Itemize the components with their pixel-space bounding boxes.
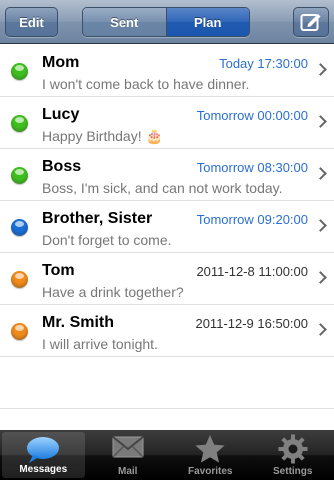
message-preview: Boss, I'm sick, and can not work today. [42,180,283,196]
chevron-right-icon [314,323,327,336]
chevron-right-icon [314,271,327,284]
scheduled-time: 2011-12-8 11:00:00 [196,264,308,279]
tab-bar: Messages Mail Favorites Settings [0,430,334,480]
sent-plan-segmented-control: Sent Plan [82,7,250,37]
empty-row [0,357,334,409]
tab-mail[interactable]: Mail [87,430,170,480]
gear-icon [278,434,308,464]
status-dot-icon [11,167,28,184]
message-row[interactable]: Tom 2011-12-8 11:00:00 Have a drink toge… [0,253,334,305]
message-row[interactable]: Lucy Tomorrow 00:00:00 Happy Birthday! 🎂 [0,97,334,149]
scheduled-time: Today 17:30:00 [219,56,308,71]
tab-settings[interactable]: Settings [252,430,334,480]
status-dot-icon [11,63,28,80]
scheduled-time: Tomorrow 09:20:00 [196,212,308,227]
edit-button[interactable]: Edit [5,7,58,37]
message-preview: I won't come back to have dinner. [42,76,250,92]
status-dot-icon [11,323,28,340]
segment-plan[interactable]: Plan [166,8,249,36]
chevron-right-icon [314,219,327,232]
chevron-right-icon [314,63,327,76]
message-preview: I will arrive tonight. [42,336,158,352]
navigation-bar: Edit Sent Plan [0,0,334,44]
contact-name: Brother, Sister [42,210,153,227]
chat-bubble-icon [27,437,60,463]
tab-label: Mail [118,466,138,477]
tab-label: Favorites [188,466,233,477]
star-icon [195,435,225,463]
tab-label: Messages [19,464,68,475]
scheduled-time: Tomorrow 00:00:00 [196,108,308,123]
tab-messages[interactable]: Messages [2,432,85,478]
message-row[interactable]: Boss Tomorrow 08:30:00 Boss, I'm sick, a… [0,149,334,201]
message-row[interactable]: Mr. Smith 2011-12-9 16:50:00 I will arri… [0,305,334,357]
tab-favorites[interactable]: Favorites [169,430,252,480]
envelope-icon [112,436,144,458]
message-preview: Have a drink together? [42,284,184,300]
contact-name: Boss [42,158,82,175]
message-preview: Don't forget to come. [42,232,172,248]
status-dot-icon [11,271,28,288]
contact-name: Lucy [42,106,80,123]
chevron-right-icon [314,115,327,128]
contact-name: Mom [42,54,80,71]
message-list: Mom Today 17:30:00 I won't come back to … [0,45,334,409]
scheduled-time: Tomorrow 08:30:00 [196,160,308,175]
compose-button[interactable] [293,7,329,37]
scheduled-time: 2011-12-9 16:50:00 [195,316,308,331]
contact-name: Tom [42,262,75,279]
status-dot-icon [11,115,28,132]
message-preview: Happy Birthday! 🎂 [42,128,163,144]
message-row[interactable]: Brother, Sister Tomorrow 09:20:00 Don't … [0,201,334,253]
message-row[interactable]: Mom Today 17:30:00 I won't come back to … [0,45,334,97]
contact-name: Mr. Smith [42,314,115,331]
status-dot-icon [11,219,28,236]
segment-sent[interactable]: Sent [83,8,167,36]
tab-label: Settings [273,466,313,477]
chevron-right-icon [314,167,327,180]
compose-icon [300,14,321,31]
